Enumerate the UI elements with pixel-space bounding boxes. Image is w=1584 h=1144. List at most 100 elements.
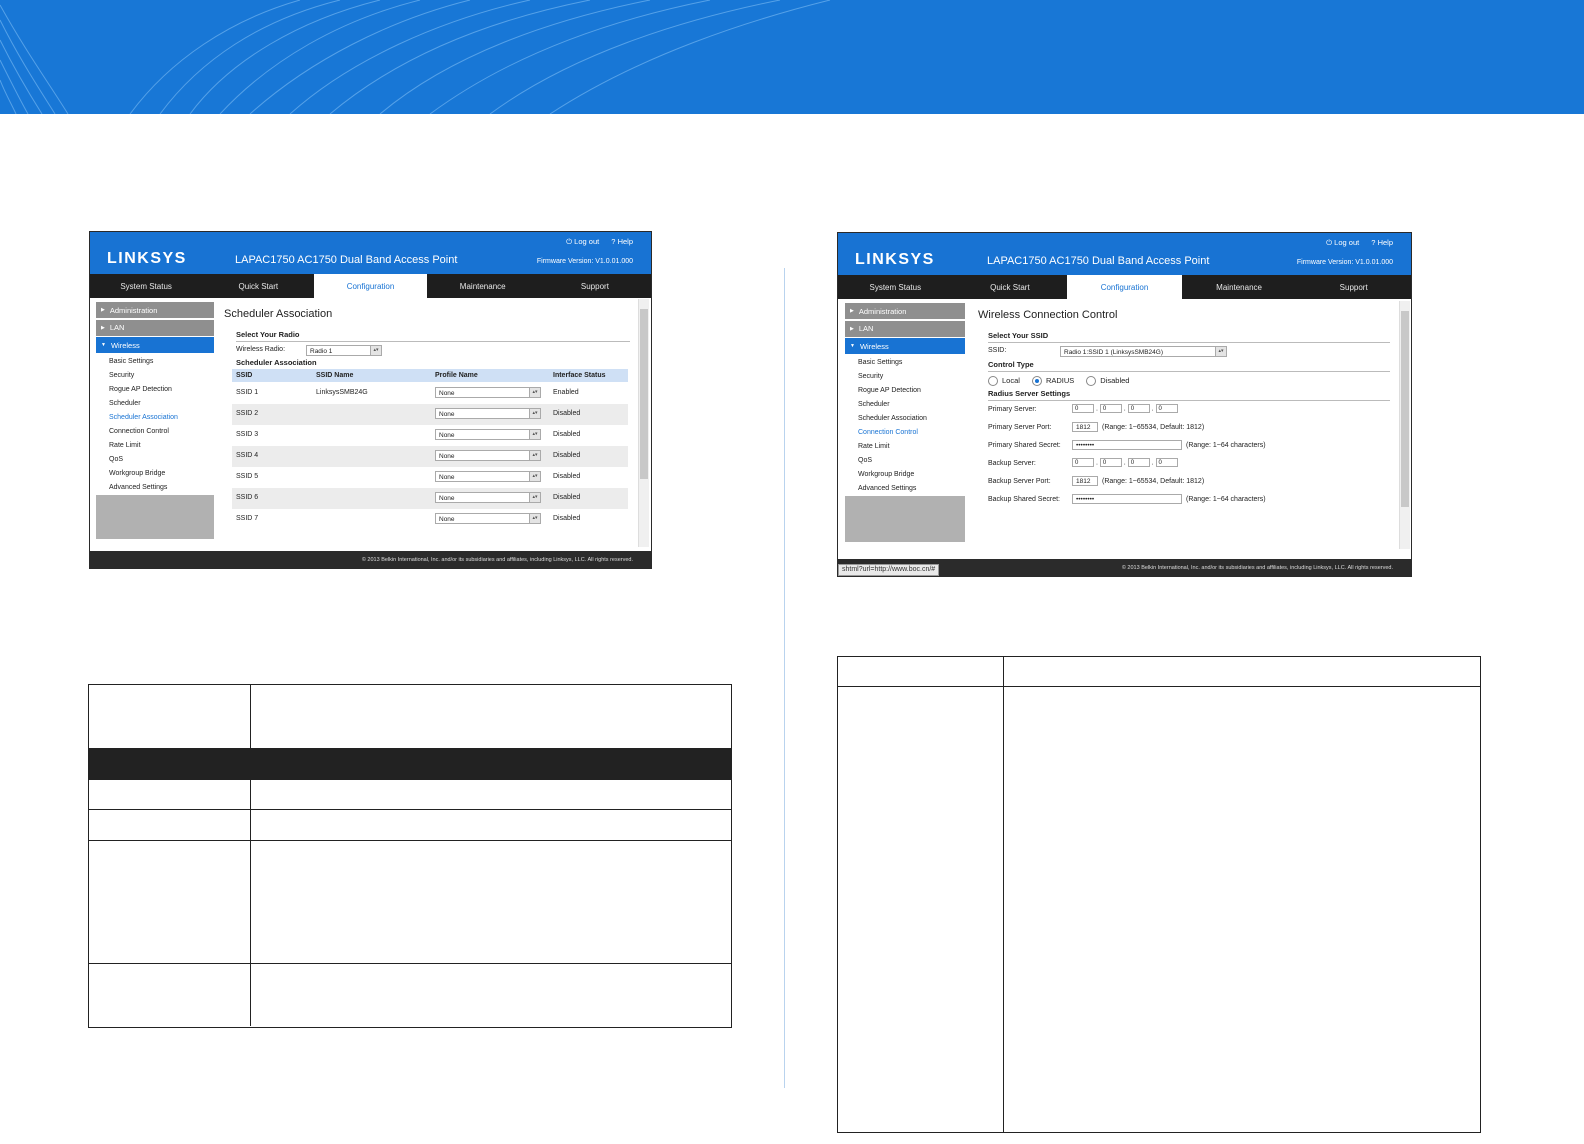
radio-radius[interactable] bbox=[1031, 375, 1042, 386]
sidebar-subitem[interactable]: QoS bbox=[96, 453, 214, 467]
sidebar-subitem[interactable]: Scheduler bbox=[96, 397, 214, 411]
sidebar-subitem[interactable]: Basic Settings bbox=[96, 355, 214, 369]
profile-select[interactable]: None ▴▾ bbox=[435, 450, 541, 461]
backup-secret-input[interactable]: •••••••• bbox=[1072, 494, 1182, 504]
vertical-scrollbar[interactable] bbox=[1399, 301, 1410, 549]
col-interface-status: Interface Status bbox=[553, 372, 606, 379]
sidebar-subitem[interactable]: Workgroup Bridge bbox=[845, 468, 965, 482]
sidebar-subitem[interactable]: QoS bbox=[845, 454, 965, 468]
col-profile-name: Profile Name bbox=[435, 372, 478, 379]
spinner-icon: ▴▾ bbox=[529, 493, 540, 502]
ip-octet-input[interactable]: 0 bbox=[1155, 404, 1178, 413]
profile-select[interactable]: None ▴▾ bbox=[435, 408, 541, 419]
ip-octet-input[interactable]: 0 bbox=[1099, 404, 1122, 413]
table-row: SSID 1 LinksysSMB24G None ▴▾ Enabled bbox=[232, 383, 628, 404]
help-link[interactable]: ? Help bbox=[1371, 238, 1393, 247]
sidebar-item-lan[interactable]: ▶ LAN bbox=[96, 319, 214, 336]
content-pane: Wireless Connection Control Select Your … bbox=[976, 303, 1390, 511]
profile-select[interactable]: None ▴▾ bbox=[435, 471, 541, 482]
sidebar-item-wireless[interactable]: ▼ Wireless bbox=[96, 337, 214, 353]
primary-port-input[interactable]: 1812 bbox=[1072, 422, 1098, 432]
sidebar-subitem[interactable]: Rogue AP Detection bbox=[845, 384, 965, 398]
linksys-logo: LINKSYS bbox=[107, 250, 187, 267]
top-links: ⏻ Log out ? Help bbox=[1316, 238, 1393, 248]
sidebar-subitem[interactable]: Connection Control bbox=[96, 425, 214, 439]
ip-octet-input[interactable]: 0 bbox=[1155, 458, 1178, 467]
sidebar-item-wireless[interactable]: ▼ Wireless bbox=[845, 338, 965, 354]
sidebar-item-administration[interactable]: ▶ Administration bbox=[96, 302, 214, 318]
profile-value: None bbox=[439, 411, 455, 418]
sidebar-subitem[interactable]: Scheduler Association bbox=[845, 412, 965, 426]
profile-select[interactable]: None ▴▾ bbox=[435, 387, 541, 398]
backup-port-label: Backup Server Port: bbox=[988, 478, 1051, 485]
tab-configuration[interactable]: Configuration bbox=[1067, 275, 1182, 299]
caret-right-icon: ▶ bbox=[101, 324, 105, 331]
tab-quick-start[interactable]: Quick Start bbox=[953, 275, 1068, 299]
sidebar-subitem[interactable]: Advanced Settings bbox=[845, 482, 965, 496]
sidebar-subitem-active[interactable]: Connection Control bbox=[845, 426, 965, 440]
banner-wave-graphic bbox=[0, 0, 831, 114]
profile-select[interactable]: None ▴▾ bbox=[435, 492, 541, 503]
radius-form: Primary Server: 0 . 0 . 0 . 0 Primary Se… bbox=[976, 401, 1390, 511]
table-column-line bbox=[250, 810, 251, 840]
wireless-radio-value: Radio 1 bbox=[310, 348, 333, 355]
section-heading: Scheduler Association bbox=[236, 358, 317, 367]
content-pane: Scheduler Association Select Your Radio … bbox=[222, 302, 630, 539]
ip-octet-input[interactable]: 0 bbox=[1072, 458, 1094, 467]
sidebar-subitem[interactable]: Basic Settings bbox=[845, 356, 965, 370]
profile-select[interactable]: None ▴▾ bbox=[435, 429, 541, 440]
ip-octet-input[interactable]: 0 bbox=[1127, 458, 1150, 467]
tab-support[interactable]: Support bbox=[1296, 275, 1411, 299]
vertical-scrollbar[interactable] bbox=[638, 299, 649, 547]
sidebar-subitem[interactable]: Advanced Settings bbox=[96, 481, 214, 495]
logout-link[interactable]: ⏻ Log out bbox=[566, 237, 599, 246]
radio-radius-label: RADIUS bbox=[1045, 376, 1075, 385]
sidebar-item-administration[interactable]: ▶ Administration bbox=[845, 303, 965, 319]
main-tabs: System Status Quick Start Configuration … bbox=[90, 274, 651, 298]
backup-port-input[interactable]: 1812 bbox=[1072, 476, 1098, 486]
sidebar-filler bbox=[845, 495, 965, 542]
tab-maintenance[interactable]: Maintenance bbox=[427, 274, 539, 298]
tab-quick-start[interactable]: Quick Start bbox=[202, 274, 314, 298]
logout-label: Log out bbox=[1334, 238, 1360, 247]
sidebar-subitem[interactable]: Rogue AP Detection bbox=[96, 383, 214, 397]
table-column-line bbox=[250, 780, 251, 809]
radio-local[interactable] bbox=[988, 375, 998, 386]
ip-octet-input[interactable]: 0 bbox=[1127, 404, 1150, 413]
ssid-select[interactable]: Radio 1:SSID 1 (LinksysSMB24G) ▴▾ bbox=[1060, 346, 1227, 357]
sidebar-subitem-active[interactable]: Scheduler Association bbox=[96, 411, 214, 425]
scrollbar-thumb[interactable] bbox=[1401, 311, 1409, 507]
wireless-radio-select[interactable]: Radio 1 ▴▾ bbox=[306, 345, 382, 356]
sidebar-subitem[interactable]: Rate Limit bbox=[845, 440, 965, 454]
sidebar-subitem[interactable]: Workgroup Bridge bbox=[96, 467, 214, 481]
ip-octet-input[interactable]: 0 bbox=[1072, 404, 1094, 413]
tab-system-status[interactable]: System Status bbox=[90, 274, 202, 298]
ip-octet-input[interactable]: 0 bbox=[1099, 458, 1122, 467]
table-row bbox=[89, 964, 731, 1026]
app-header: LINKSYS LAPAC1750 AC1750 Dual Band Acces… bbox=[838, 233, 1411, 275]
logout-link[interactable]: ⏻ Log out bbox=[1326, 238, 1359, 247]
sidebar-subitem[interactable]: Security bbox=[96, 369, 214, 383]
help-link[interactable]: ? Help bbox=[611, 237, 633, 246]
ssid-cell: SSID 4 bbox=[236, 452, 259, 459]
table-row bbox=[89, 780, 731, 810]
sidebar-subitem[interactable]: Scheduler bbox=[845, 398, 965, 412]
spinner-icon: ▴▾ bbox=[529, 409, 540, 418]
sidebar-item-lan[interactable]: ▶ LAN bbox=[845, 320, 965, 337]
tab-maintenance[interactable]: Maintenance bbox=[1182, 275, 1297, 299]
ssid-cell: SSID 2 bbox=[236, 410, 259, 417]
spinner-icon: ▴▾ bbox=[529, 451, 540, 460]
profile-select[interactable]: None ▴▾ bbox=[435, 513, 541, 524]
primary-secret-input[interactable]: •••••••• bbox=[1072, 440, 1182, 450]
caret-right-icon: ▶ bbox=[101, 307, 105, 313]
tab-support[interactable]: Support bbox=[539, 274, 651, 298]
ssid-cell: SSID 1 bbox=[236, 389, 259, 396]
scrollbar-thumb[interactable] bbox=[640, 309, 648, 479]
radio-disabled[interactable] bbox=[1086, 375, 1097, 386]
sidebar-label: Administration bbox=[858, 306, 907, 316]
sidebar-subitem[interactable]: Security bbox=[845, 370, 965, 384]
tab-configuration[interactable]: Configuration bbox=[314, 274, 427, 298]
right-description-table bbox=[837, 656, 1481, 1133]
sidebar-subitem[interactable]: Rate Limit bbox=[96, 439, 214, 453]
tab-system-status[interactable]: System Status bbox=[838, 275, 953, 299]
